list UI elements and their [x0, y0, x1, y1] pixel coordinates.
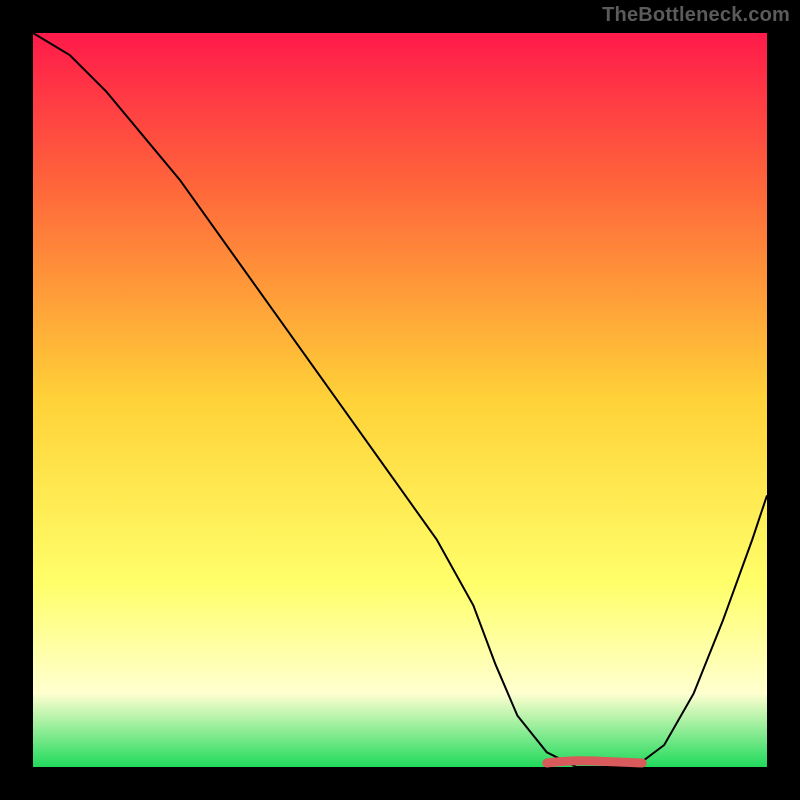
plot-area: [33, 33, 767, 767]
optimal-range-marker: [547, 761, 642, 763]
watermark-text: TheBottleneck.com: [602, 4, 790, 27]
bottleneck-chart: [0, 0, 800, 800]
